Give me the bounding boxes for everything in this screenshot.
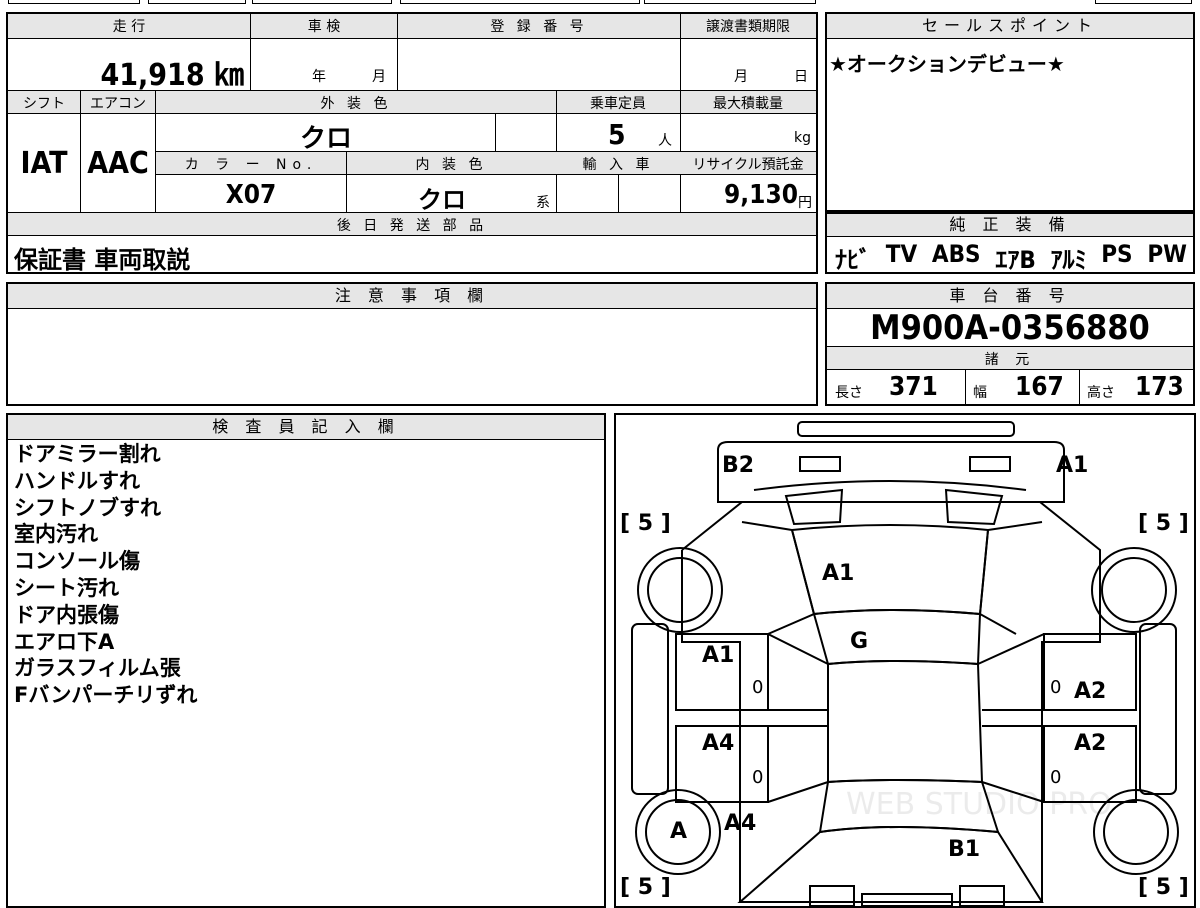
mileage-header: 走 行 <box>112 19 146 35</box>
tire-rear-left: [ 5 ] <box>620 875 671 900</box>
ext-color-header: 外 装 色 <box>320 96 392 112</box>
damage-diagram-panel: B2 A1 A1 G A1 A2 A4 A2 A A4 B1 [ 5 ] [ 5… <box>614 413 1196 908</box>
length-label: 長さ <box>835 385 863 401</box>
notes-panel: 注 意 事 項 欄 <box>6 282 818 406</box>
mark-a-left-rear-wheel: A <box>670 819 688 844</box>
aircon-value: AAC <box>87 146 149 181</box>
mark-b2: B2 <box>722 453 755 478</box>
inspector-panel: 検 査 員 記 入 欄 ドアミラー割れ ハンドルすれ シフトノブすれ 室内汚れ コンソー… <box>6 413 606 908</box>
mark-a4-left-rear-fender: A4 <box>724 811 757 836</box>
equipment-item: TV <box>885 240 918 268</box>
height-value: 173 <box>1135 372 1184 402</box>
door-zero-right-front: 0 <box>1050 677 1062 698</box>
mark-a2-right-front-door: A2 <box>1074 679 1107 704</box>
inspector-line: ガラスフィルム張 <box>14 656 181 681</box>
width-label: 幅 <box>973 385 987 401</box>
recycle-unit: 円 <box>798 195 812 211</box>
aircon-header: エアコン <box>90 96 146 112</box>
mark-a1-left-front-door: A1 <box>702 643 735 668</box>
parts-value: 保証書 車両取説 <box>14 246 191 274</box>
notes-header: 注 意 事 項 欄 <box>8 284 816 309</box>
sales-point-header: セールスポイント <box>827 14 1193 39</box>
inspector-line: ハンドルすれ <box>14 468 140 493</box>
mark-a1-hood: A1 <box>822 561 855 586</box>
mark-a4-left-rear-door: A4 <box>702 731 735 756</box>
vehicle-info-table: 走 行 車 検 登 録 番 号 譲渡書類期限 41,918 ㎞ 年 月 月 日 … <box>6 12 818 274</box>
inspector-line: 室内汚れ <box>14 522 98 547</box>
height-label: 高さ <box>1087 385 1115 401</box>
tire-rear-right: [ 5 ] <box>1138 875 1189 900</box>
sales-point-panel: セールスポイント ★オークションデビュー★ <box>825 12 1195 212</box>
import-header: 輸 入 車 <box>582 157 654 173</box>
equipment-item: PW <box>1147 240 1187 268</box>
mark-g-windshield: G <box>850 629 869 654</box>
ext-color-value: クロ <box>299 124 352 154</box>
inspector-line: ドアミラー割れ <box>14 442 161 466</box>
inspector-line: シフトノブすれ <box>14 495 161 520</box>
registration-header: 登 録 番 号 <box>490 19 588 35</box>
chassis-number: M900A-0356880 <box>870 308 1150 348</box>
door-zero-right-rear: 0 <box>1050 767 1062 788</box>
inspector-line: コンソール傷 <box>14 549 140 574</box>
inspector-header: 検 査 員 記 入 欄 <box>8 415 604 440</box>
transfer-day-unit: 日 <box>794 69 808 85</box>
inspector-line: Fバンパーチリずれ <box>14 683 198 708</box>
diagram-labels: B2 A1 A1 G A1 A2 A4 A2 A A4 B1 [ 5 ] [ 5… <box>616 415 1194 906</box>
shaken-header: 車 検 <box>307 19 341 35</box>
inspector-line: ドア内張傷 <box>14 602 119 627</box>
tire-front-right: [ 5 ] <box>1138 511 1189 536</box>
int-color-header: 内 装 色 <box>415 157 487 173</box>
equipment-item: ｴｱB <box>995 246 1036 274</box>
width-value: 167 <box>1015 372 1064 402</box>
sales-point-text: ★オークションデビュー★ <box>829 52 1065 76</box>
color-no-header: カ ラ ー No. <box>184 157 318 173</box>
door-zero-left-rear: 0 <box>752 767 764 788</box>
parts-header: 後 日 発 送 部 品 <box>336 218 488 234</box>
inspector-line: シート汚れ <box>14 575 119 600</box>
shift-value: IAT <box>20 146 68 181</box>
recycle-header: リサイクル預託金 <box>692 157 804 173</box>
mileage-value: 41,918 ㎞ <box>100 58 244 93</box>
equipment-list: ﾅﾋﾞ TV ABS ｴｱB ｱﾙﾐ PS PW <box>835 240 1187 275</box>
int-color-unit: 系 <box>536 195 550 211</box>
int-color-value: クロ <box>418 186 466 214</box>
max-load-unit: kg <box>794 130 811 146</box>
equipment-item: PS <box>1101 240 1133 268</box>
mark-a2-right-rear-door: A2 <box>1074 731 1107 756</box>
shaken-year-unit: 年 <box>312 69 326 85</box>
mark-b1-rear: B1 <box>948 837 981 862</box>
chassis-panel: 車 台 番 号 M900A-0356880 諸 元 長さ 371 幅 167 高… <box>825 282 1195 406</box>
equipment-item: ｱﾙﾐ <box>1050 246 1087 274</box>
equipment-header: 純 正 装 備 <box>827 214 1193 237</box>
top-strip <box>0 0 1200 6</box>
tire-front-left: [ 5 ] <box>620 511 671 536</box>
shift-header: シフト <box>23 96 65 112</box>
transfer-header: 譲渡書類期限 <box>706 19 790 35</box>
door-zero-left-front: 0 <box>752 677 764 698</box>
color-no-value: X07 <box>225 180 277 210</box>
transfer-month-unit: 月 <box>734 69 748 85</box>
equipment-panel: 純 正 装 備 ﾅﾋﾞ TV ABS ｴｱB ｱﾙﾐ PS PW <box>825 212 1195 274</box>
chassis-header: 車 台 番 号 <box>827 284 1193 309</box>
inspector-lines: ドアミラー割れ ハンドルすれ シフトノブすれ 室内汚れ コンソール傷 シート汚れ ドア内張傷… <box>14 441 197 709</box>
capacity-header: 乗車定員 <box>590 96 646 112</box>
equipment-item: ABS <box>931 240 981 268</box>
inspector-line: エアロ下A <box>14 629 115 654</box>
recycle-fee-value: 9,130 <box>724 180 798 210</box>
length-value: 371 <box>889 372 938 402</box>
capacity-unit: 人 <box>658 133 672 149</box>
watermark: WEB STUDIO PRO <box>846 787 1112 822</box>
shaken-month-unit: 月 <box>372 69 386 85</box>
capacity-value: 5 <box>608 118 626 151</box>
equipment-item: ﾅﾋﾞ <box>835 246 871 274</box>
max-load-header: 最大積載量 <box>713 96 783 112</box>
mark-a1-front-right: A1 <box>1056 453 1089 478</box>
specs-header: 諸 元 <box>984 352 1036 368</box>
